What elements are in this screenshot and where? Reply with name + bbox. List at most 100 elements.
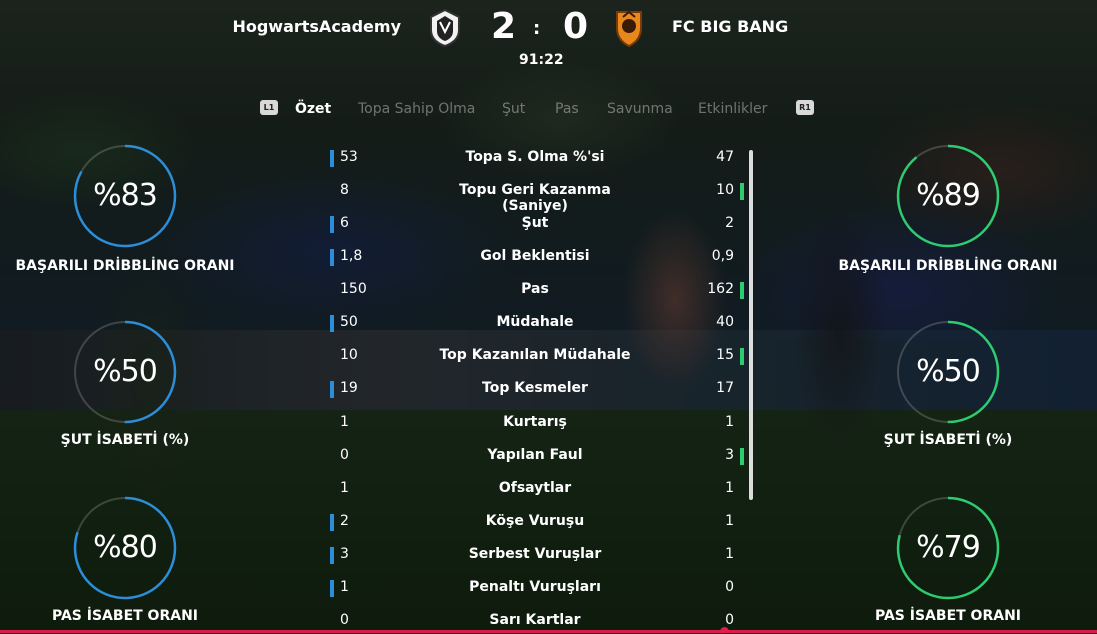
away-stat-value: 10 <box>716 182 734 199</box>
stat-row: 8 Topu Geri Kazanma (Saniye) 10 <box>330 178 750 214</box>
tab-possession[interactable]: Topa Sahip Olma <box>358 101 475 117</box>
stat-row: 3 Serbest Vuruşlar 1 <box>330 542 750 568</box>
away-pass-accuracy-label: PAS İSABET ORANI <box>875 608 1021 624</box>
away-stat-value: 40 <box>716 314 734 331</box>
tab-defense[interactable]: Savunma <box>607 101 673 117</box>
home-stat-value: 1 <box>340 413 349 430</box>
away-dribble-gauge: %89 <box>896 144 1000 248</box>
stat-label: Şut <box>521 215 549 232</box>
tab-events[interactable]: Etkinlikler <box>698 101 767 117</box>
home-shot-accuracy-label: ŞUT İSABETİ (%) <box>60 432 190 448</box>
home-dribble-gauge: %83 <box>73 144 177 248</box>
home-shot-accuracy-gauge: %50 <box>73 320 177 424</box>
home-stat-value: 0 <box>340 611 349 628</box>
home-stat-value: 1 <box>340 578 349 595</box>
home-leader-bar <box>330 579 334 597</box>
tab-summary[interactable]: Özet <box>295 101 331 117</box>
away-shot-accuracy-value: %50 <box>916 354 981 389</box>
match-clock: 91:22 <box>519 52 564 68</box>
home-stat-value: 19 <box>340 380 358 397</box>
home-stat-value: 6 <box>340 215 349 232</box>
tab-shots[interactable]: Şut <box>502 101 525 117</box>
away-dribble-value: %89 <box>916 178 981 213</box>
away-stat-value: 1 <box>725 545 734 562</box>
stat-label: Pas <box>521 281 549 298</box>
home-dribble-value: %83 <box>93 178 158 213</box>
home-stat-value: 3 <box>340 545 349 562</box>
away-pass-accuracy-gauge: %79 <box>896 496 1000 600</box>
away-stat-value: 1 <box>725 512 734 529</box>
stat-label: Topu Geri Kazanma (Saniye) <box>459 182 611 215</box>
away-stat-value: 162 <box>707 281 734 298</box>
away-stat-value: 17 <box>716 380 734 397</box>
away-stat-value: 0,9 <box>711 248 734 265</box>
home-stat-value: 10 <box>340 347 358 364</box>
home-score: 2 <box>491 6 517 47</box>
stat-label: Top Kazanılan Müdahale <box>439 347 631 364</box>
home-pass-accuracy-gauge: %80 <box>73 496 177 600</box>
home-stat-value: 150 <box>340 281 367 298</box>
home-leader-bar <box>330 249 334 267</box>
home-leader-bar <box>330 150 334 167</box>
away-stat-value: 0 <box>725 611 734 628</box>
home-stat-value: 53 <box>340 149 358 165</box>
score-separator: : <box>533 18 541 39</box>
stat-label: Penaltı Vuruşları <box>469 578 601 595</box>
home-pass-accuracy-label: PAS İSABET ORANI <box>52 608 198 624</box>
stat-label: Sarı Kartlar <box>489 611 581 628</box>
tab-passing[interactable]: Pas <box>555 101 579 117</box>
stat-row: 53 Topa S. Olma %'si 47 <box>330 145 750 171</box>
stat-label: Kurtarış <box>503 413 567 430</box>
stat-label: Müdahale <box>496 314 574 331</box>
away-shot-accuracy-label: ŞUT İSABETİ (%) <box>883 432 1013 448</box>
stat-row: 2 Köşe Vuruşu 1 <box>330 509 750 535</box>
away-stat-value: 0 <box>725 578 734 595</box>
progress-marker <box>720 627 729 633</box>
away-leader-bar <box>740 348 744 366</box>
scoreboard: HogwartsAcademy 2 : 0 FC BIG BANG 91:22 <box>0 0 1097 80</box>
stat-label: Top Kesmeler <box>482 380 588 397</box>
away-stat-value: 15 <box>716 347 734 364</box>
stat-row: 19 Top Kesmeler 17 <box>330 376 750 402</box>
away-stat-value: 1 <box>725 413 734 430</box>
stat-label: Yapılan Faul <box>487 446 583 463</box>
home-leader-bar <box>330 315 334 333</box>
stats-tab-bar: L1 Özet Topa Sahip Olma Şut Pas Savunma … <box>0 100 1097 120</box>
home-team-crest-icon <box>428 8 462 48</box>
away-leader-bar <box>740 447 744 465</box>
away-team-crest-icon <box>612 8 646 48</box>
away-stat-value: 1 <box>725 479 734 496</box>
home-leader-bar <box>330 381 334 399</box>
stats-scrollbar[interactable] <box>749 150 753 500</box>
home-dribble-label: BAŞARILI DRİBBLİNG ORANI <box>15 258 235 274</box>
stat-row: 150 Pas 162 <box>330 277 750 303</box>
stat-row: 1,8 Gol Beklentisi 0,9 <box>330 244 750 270</box>
home-leader-bar <box>330 546 334 564</box>
away-score: 0 <box>563 6 589 47</box>
stat-row: 50 Müdahale 40 <box>330 310 750 336</box>
stat-label: Gol Beklentisi <box>480 248 590 265</box>
home-stat-value: 1 <box>340 479 349 496</box>
away-leader-bar <box>740 282 744 300</box>
home-leader-bar <box>330 216 334 234</box>
stat-row: 0 Yapılan Faul 3 <box>330 443 750 469</box>
home-stat-value: 8 <box>340 182 349 199</box>
away-pass-accuracy-value: %79 <box>916 530 981 565</box>
next-tab-button[interactable]: R1 <box>796 100 814 115</box>
stat-row: 1 Penaltı Vuruşları 0 <box>330 575 750 601</box>
stat-row: 6 Şut 2 <box>330 211 750 237</box>
home-pass-accuracy-value: %80 <box>93 530 158 565</box>
prev-tab-button[interactable]: L1 <box>260 100 278 115</box>
stat-row: 1 Ofsaytlar 1 <box>330 476 750 502</box>
home-stat-value: 50 <box>340 314 358 331</box>
away-stat-value: 2 <box>725 215 734 232</box>
stat-label: Serbest Vuruşlar <box>468 545 602 562</box>
home-shot-accuracy-value: %50 <box>93 354 158 389</box>
away-leader-bar <box>740 183 744 201</box>
away-stat-value: 47 <box>716 149 734 165</box>
stat-label: Köşe Vuruşu <box>485 512 585 529</box>
home-leader-bar <box>330 513 334 531</box>
home-stat-value: 0 <box>340 446 349 463</box>
stat-label: Topa S. Olma %'si <box>465 149 605 165</box>
home-team-name: HogwartsAcademy <box>232 17 401 36</box>
